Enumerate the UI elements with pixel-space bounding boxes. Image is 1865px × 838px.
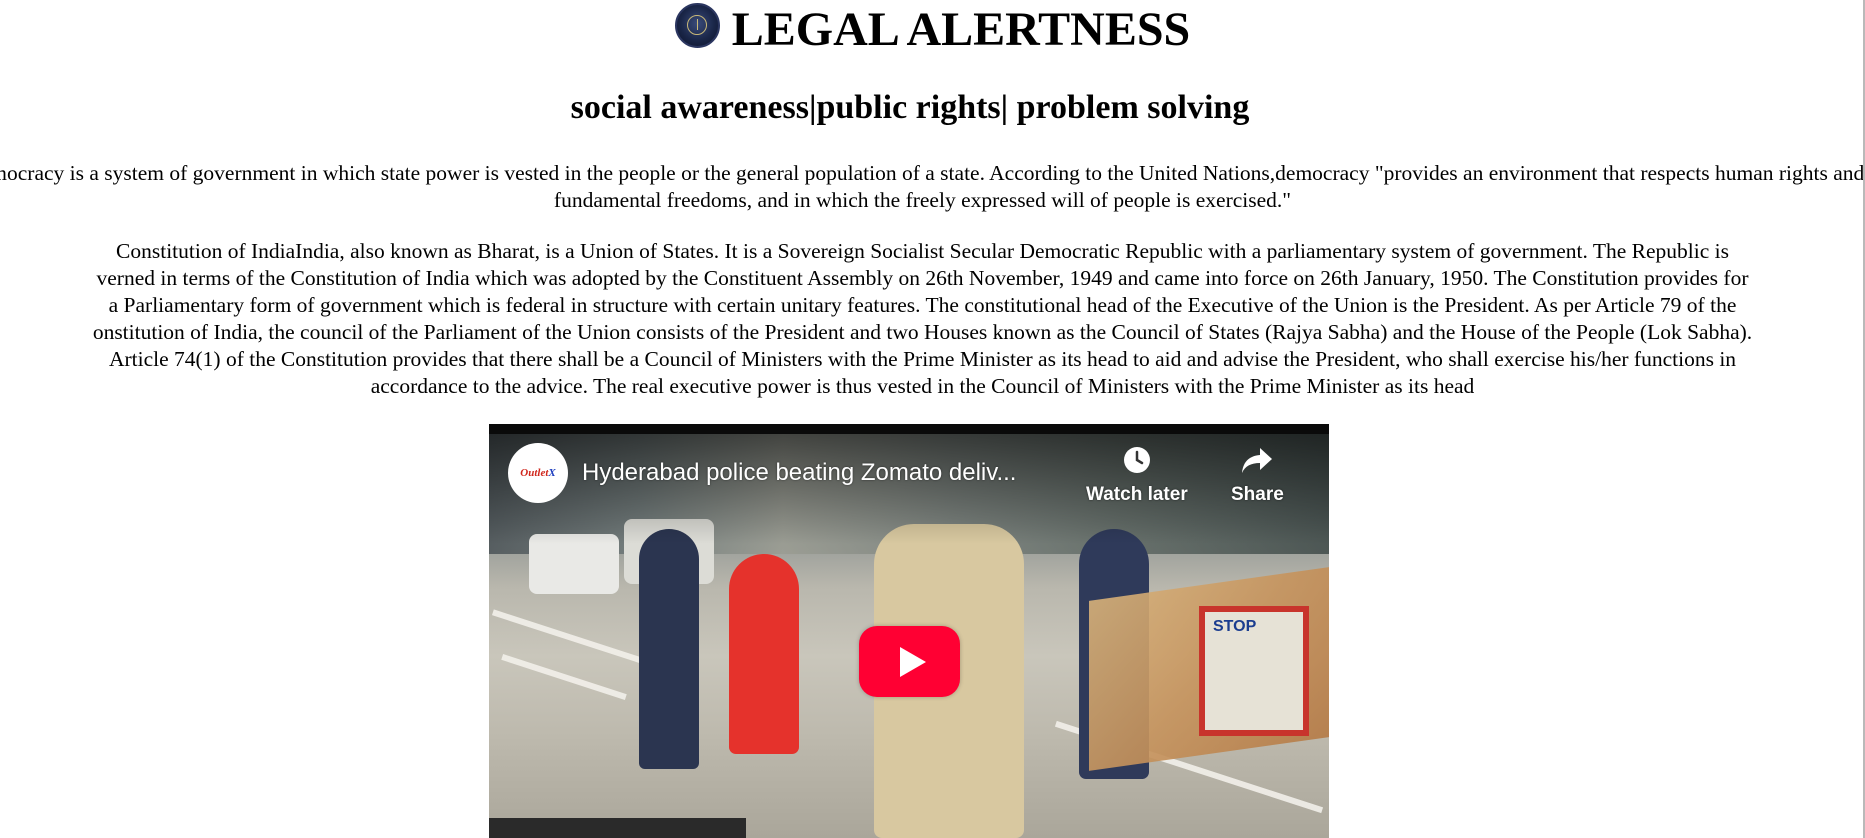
constitution-line: a Parliamentary form of government which… (108, 293, 1737, 317)
seal-emblem (687, 15, 708, 35)
constitution-line: onstitution of India, the council of the… (92, 320, 1753, 344)
video-title-link[interactable]: Hyderabad police beating Zomato deliv... (582, 459, 1082, 487)
constitution-line: Constitution of IndiaIndia, also known a… (116, 239, 1729, 263)
tagline: social awareness|public rights| problem … (570, 89, 1250, 126)
video-top-border (489, 424, 1329, 434)
clock-icon (1119, 442, 1155, 478)
video-overlay-gradient (489, 434, 1329, 544)
share-button[interactable]: Share (1231, 442, 1284, 506)
youtube-embed[interactable]: STOP Outlet X Hyderabad police beating Z… (489, 424, 1329, 838)
court-seal-icon (674, 2, 720, 48)
site-header: LEGAL ALERTNESS (0, 0, 1865, 60)
stop-sign-text: STOP (1213, 618, 1257, 635)
site-title: LEGAL ALERTNESS (731, 3, 1191, 56)
channel-name-part1: Outlet (520, 467, 549, 479)
democracy-paragraph: emocracy is a system of government in wh… (0, 161, 1865, 212)
thumbnail-person-red-shirt (729, 554, 799, 754)
watch-later-label: Watch later (1086, 484, 1188, 505)
thumbnail-stop-barricade: STOP (1199, 606, 1309, 736)
channel-name-part2: X (548, 467, 556, 479)
header-inner: LEGAL ALERTNESS (674, 2, 1191, 56)
share-label: Share (1231, 484, 1284, 505)
share-arrow-icon (1239, 442, 1275, 478)
play-icon (899, 646, 926, 677)
watch-later-button[interactable]: Watch later (1086, 442, 1188, 506)
constitution-line: Article 74(1) of the Constitution provid… (108, 347, 1737, 371)
thumbnail-officer (639, 529, 699, 769)
channel-avatar[interactable]: Outlet X (508, 443, 568, 503)
constitution-paragraph: Constitution of IndiaIndia, also known a… (0, 238, 1865, 400)
constitution-line: accordance to the advice. The real execu… (370, 374, 1475, 398)
video-bottom-bar (489, 818, 746, 838)
page: LEGAL ALERTNESS social awareness|public … (0, 0, 1865, 838)
constitution-line: verned in terms of the Constitution of I… (96, 266, 1749, 290)
road-marking (501, 654, 627, 700)
road-marking (491, 609, 647, 665)
play-button[interactable] (859, 626, 960, 697)
